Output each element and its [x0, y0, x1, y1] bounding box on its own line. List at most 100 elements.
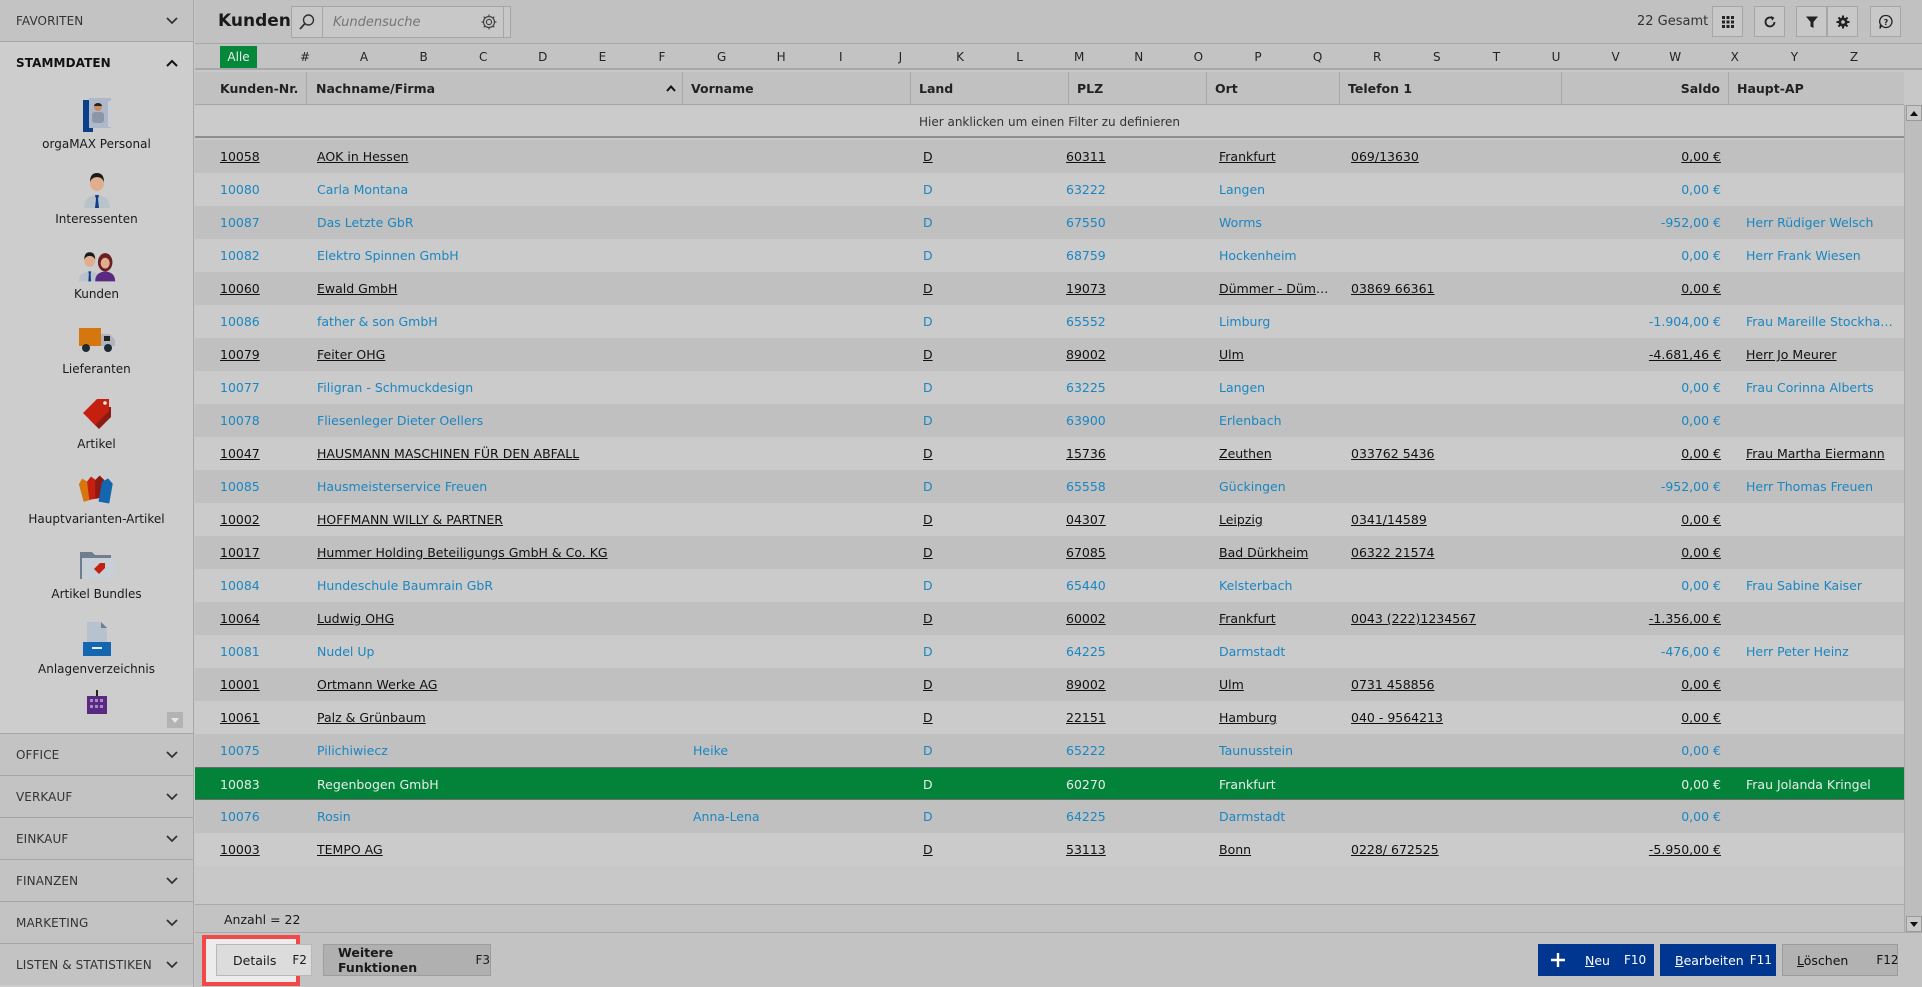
refresh-button[interactable] [1754, 6, 1785, 37]
alphabet-filter-letter[interactable]: W [1663, 46, 1687, 68]
alphabet-filter-letter[interactable]: R [1365, 46, 1389, 68]
table-row[interactable]: 10076 Rosin Anna-Lena D 64225 Darmstadt 0,00 € [195, 800, 1904, 833]
sidebar-item-partial[interactable] [0, 684, 193, 724]
alphabet-filter-letter[interactable]: J [888, 46, 912, 68]
table-row[interactable]: 10075 Pilichiwiecz Heike D 65222 Taunusstein 0… [195, 734, 1904, 767]
alphabet-filter-letter[interactable]: K [948, 46, 972, 68]
chevron-down-icon [165, 916, 179, 930]
search-settings-gear-icon[interactable] [474, 6, 504, 38]
sidebar-section-stammdaten[interactable]: STAMMDATEN [0, 42, 193, 84]
table-row[interactable]: 10080 Carla Montana D 63222 Langen 0,00 € [195, 173, 1904, 206]
table-row[interactable]: 10086 father & son GmbH D 65552 Limburg -1.90… [195, 305, 1904, 338]
bearbeiten-button[interactable]: Bearbeiten F11 [1660, 944, 1776, 976]
sidebar-item-orgamax-personal[interactable]: orgaMAX Personal [0, 84, 193, 159]
column-header-saldo[interactable]: Saldo [1562, 72, 1729, 105]
sidebar-section-favoriten[interactable]: FAVORITEN [0, 0, 193, 42]
table-row[interactable]: 10001 Ortmann Werke AG D 89002 Ulm 0731 45885… [195, 668, 1904, 701]
cell-plz: 63225 [1066, 380, 1106, 395]
table-row[interactable]: 10058 AOK in Hessen D 60311 Frankfurt 069/136… [195, 140, 1904, 173]
alphabet-filter-letter[interactable]: D [531, 46, 555, 68]
alphabet-filter-letter[interactable]: # [293, 46, 317, 68]
sidebar-section-office[interactable]: OFFICE [0, 733, 193, 775]
sidebar-section-einkauf[interactable]: EINKAUF [0, 817, 193, 859]
help-button[interactable]: ? [1870, 6, 1901, 37]
sidebar-section-verkauf[interactable]: VERKAUF [0, 775, 193, 817]
cell-plz: 60270 [1066, 777, 1106, 792]
neu-button[interactable]: Neu F10 [1538, 944, 1654, 976]
details-button[interactable]: Details F2 [216, 944, 312, 976]
cell-telefon: 0341/14589 [1351, 512, 1427, 527]
alphabet-filter-letter[interactable]: X [1723, 46, 1747, 68]
alphabet-filter-letter[interactable]: M [1067, 46, 1091, 68]
alphabet-filter-letter[interactable]: T [1484, 46, 1508, 68]
alphabet-filter-letter[interactable]: S [1425, 46, 1449, 68]
weitere-funktionen-button[interactable]: Weitere Funktionen F3 [323, 944, 491, 976]
table-row[interactable]: 10085 Hausmeisterservice Freuen D 65558 Gück… [195, 470, 1904, 503]
alphabet-filter-letter[interactable]: P [1246, 46, 1270, 68]
alphabet-filter-letter[interactable]: V [1604, 46, 1628, 68]
table-row[interactable]: 10003 TEMPO AG D 53113 Bonn 0228/ 672525 -5.95… [195, 833, 1904, 866]
alphabet-filter-letter[interactable]: E [590, 46, 614, 68]
loeschen-button[interactable]: Löschen F12 [1782, 944, 1899, 976]
column-header-nachname-firma[interactable]: Nachname/Firma [307, 72, 683, 105]
alphabet-filter-letter[interactable]: U [1544, 46, 1568, 68]
cell-haupt-ap: Herr Jo Meurer [1746, 347, 1837, 362]
table-row-selected[interactable]: 10083 Regenbogen GmbH D 60270 Frankfurt 0,00 … [195, 767, 1904, 800]
alphabet-filter-letter[interactable]: I [829, 46, 853, 68]
sidebar-item-anlagenverzeichnis[interactable]: Anlagenverzeichnis [0, 609, 193, 684]
alphabet-filter-letter[interactable]: Y [1782, 46, 1806, 68]
vertical-scrollbar[interactable] [1904, 105, 1922, 932]
sidebar-section-marketing[interactable]: MARKETING [0, 901, 193, 943]
column-header-ort[interactable]: Ort [1207, 72, 1340, 105]
cell-vorname [693, 239, 903, 272]
filter-row[interactable]: Hier anklicken um einen Filter zu defini… [195, 106, 1904, 138]
table-row[interactable]: 10077 Filigran - Schmuckdesign D 63225 Lange… [195, 371, 1904, 404]
table-row[interactable]: 10017 Hummer Holding Beteiligungs GmbH & … [195, 536, 1904, 569]
alphabet-filter-letter[interactable]: Z [1842, 46, 1866, 68]
column-header-land[interactable]: Land [911, 72, 1069, 105]
table-row[interactable]: 10081 Nudel Up D 64225 Darmstadt -476,00 € Her… [195, 635, 1904, 668]
table-row[interactable]: 10047 HAUSMANN MASCHINEN FÜR DEN ABFALL D 1… [195, 437, 1904, 470]
column-header-haupt-ap[interactable]: Haupt-AP [1729, 72, 1904, 105]
sidebar-item-artikel-bundles[interactable]: Artikel Bundles [0, 534, 193, 609]
table-row[interactable]: 10087 Das Letzte GbR D 67550 Worms -952,00 € H… [195, 206, 1904, 239]
sidebar-item-artikel[interactable]: Artikel [0, 384, 193, 459]
sidebar-item-interessenten[interactable]: Interessenten [0, 159, 193, 234]
table-row[interactable]: 10078 Fliesenleger Dieter Oellers D 63900 Er… [195, 404, 1904, 437]
column-header-kunden-nr[interactable]: Kunden-Nr. [195, 72, 307, 105]
alphabet-filter-letter[interactable]: O [1186, 46, 1210, 68]
table-row[interactable]: 10060 Ewald GmbH D 19073 Dümmer - Dümm... 038… [195, 272, 1904, 305]
scroll-down-button[interactable] [1906, 916, 1922, 932]
column-header-plz[interactable]: PLZ [1069, 72, 1207, 105]
alphabet-filter-letter[interactable]: C [471, 46, 495, 68]
alphabet-filter-letter[interactable]: G [710, 46, 734, 68]
sidebar-item-kunden[interactable]: Kunden [0, 234, 193, 309]
scroll-up-button[interactable] [1906, 105, 1922, 121]
column-header-vorname[interactable]: Vorname [683, 72, 911, 105]
table-row[interactable]: 10084 Hundeschule Baumrain GbR D 65440 Kelst… [195, 569, 1904, 602]
sidebar-section-finanzen[interactable]: FINANZEN [0, 859, 193, 901]
table-row[interactable]: 10079 Feiter OHG D 89002 Ulm -4.681,46 € Herr … [195, 338, 1904, 371]
alphabet-filter-letter[interactable]: H [769, 46, 793, 68]
alphabet-filter-letter[interactable]: L [1008, 46, 1032, 68]
table-row[interactable]: 10061 Palz & Grünbaum D 22151 Hamburg 040 - 9… [195, 701, 1904, 734]
sidebar-section-listen-statistiken[interactable]: LISTEN & STATISTIKEN [0, 943, 193, 985]
sidebar-scroll-down-button[interactable] [167, 712, 183, 728]
settings-button[interactable] [1827, 6, 1858, 37]
alphabet-filter-letter[interactable]: A [352, 46, 376, 68]
search-icon[interactable] [292, 7, 323, 37]
table-row[interactable]: 10082 Elektro Spinnen GmbH D 68759 Hockenhei… [195, 239, 1904, 272]
table-row[interactable]: 10002 HOFFMANN WILLY & PARTNER D 04307 Leipz… [195, 503, 1904, 536]
table-row[interactable]: 10064 Ludwig OHG D 60002 Frankfurt 0043 (222)… [195, 602, 1904, 635]
alphabet-filter-letter[interactable]: Q [1306, 46, 1330, 68]
column-header-telefon[interactable]: Telefon 1 [1340, 72, 1562, 105]
cell-land: D [923, 512, 933, 527]
grid-view-button[interactable] [1712, 6, 1743, 37]
alphabet-filter-letter[interactable]: B [412, 46, 436, 68]
alphabet-filter-all[interactable]: Alle [220, 46, 257, 68]
sidebar-item-hauptvarianten-artikel[interactable]: Hauptvarianten-Artikel [0, 459, 193, 534]
alphabet-filter-letter[interactable]: F [650, 46, 674, 68]
sidebar-item-lieferanten[interactable]: Lieferanten [0, 309, 193, 384]
alphabet-filter-letter[interactable]: N [1127, 46, 1151, 68]
filter-button[interactable] [1796, 6, 1827, 37]
